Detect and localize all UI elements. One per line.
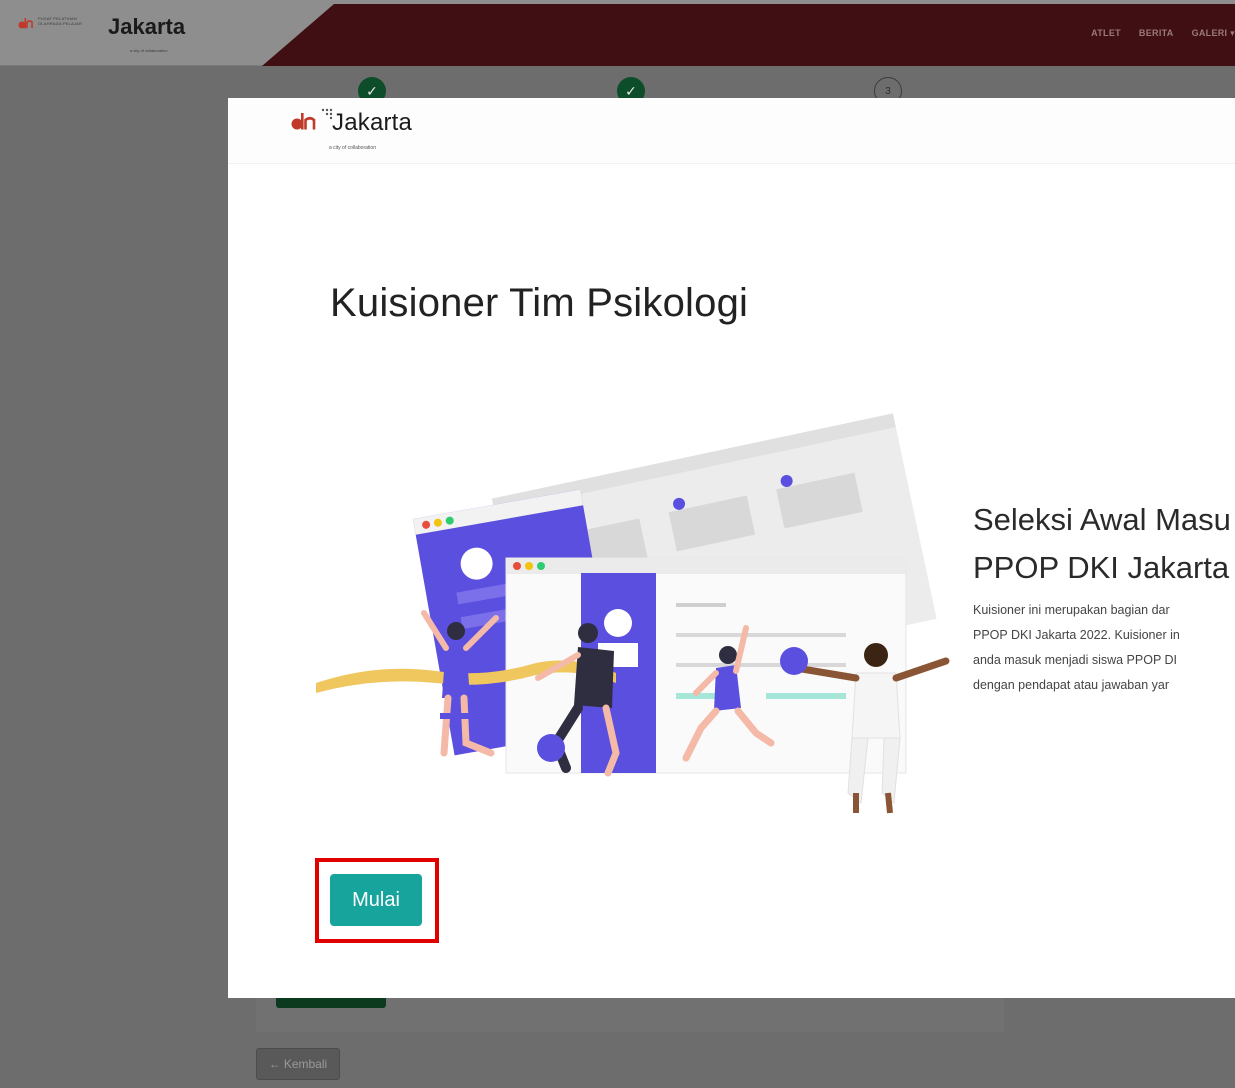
step-number: 3 — [885, 85, 891, 97]
back-button[interactable]: ← Kembali — [256, 1048, 340, 1080]
main-nav: ATLET BERITA GALERI ▾ — [1091, 28, 1235, 39]
logo-org-name: PUSAT PELATIHAN OLAHRAGA PELAJAR — [38, 16, 83, 26]
questionnaire-modal: Jakarta a city of collaboration Kuisione… — [228, 98, 1235, 998]
modal-header: Jakarta a city of collaboration — [228, 98, 1235, 164]
site-logo[interactable]: PUSAT PELATIHAN OLAHRAGA PELAJAR Jakarta… — [18, 14, 185, 58]
dh-logo-icon — [18, 18, 33, 29]
nav-item-galeri[interactable]: GALERI ▾ — [1192, 28, 1235, 39]
back-button-label: Kembali — [283, 1057, 328, 1071]
sports-illustration — [316, 413, 950, 814]
navbar-banner — [262, 4, 1235, 66]
modal-title: Kuisioner Tim Psikologi — [330, 281, 749, 325]
section-headline: Seleksi Awal Masu PPOP DKI Jakarta — [973, 502, 1231, 585]
check-icon: ✓ — [625, 82, 637, 99]
top-navbar: PUSAT PELATIHAN OLAHRAGA PELAJAR Jakarta… — [0, 0, 1235, 66]
check-icon: ✓ — [366, 82, 378, 99]
section-description: Kuisioner ini merupakan bagian dar PPOP … — [973, 603, 1180, 692]
nav-item-atlet[interactable]: ATLET — [1091, 28, 1121, 39]
logo-wordmark: Jakarta — [332, 109, 413, 136]
logo-wordmark: Jakarta — [108, 14, 186, 39]
modal-logo: Jakarta a city of collaboration — [291, 108, 413, 151]
nav-item-berita[interactable]: BERITA — [1139, 28, 1174, 39]
start-button[interactable]: Mulai — [330, 874, 422, 926]
arrow-left-icon: ← — [268, 1057, 281, 1071]
dh-logo-icon — [291, 113, 316, 130]
logo-tagline: a city of collaboration — [130, 48, 168, 53]
logo-tagline: a city of collaboration — [329, 145, 376, 151]
